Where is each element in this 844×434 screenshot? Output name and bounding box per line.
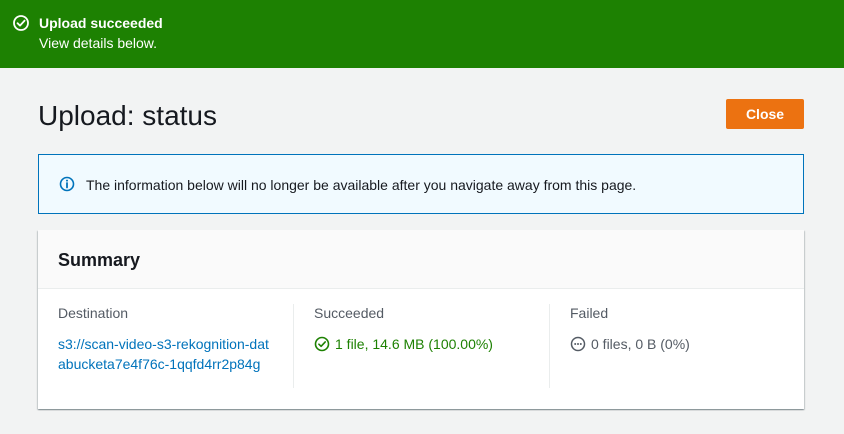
summary-card: Summary Destination s3://scan-video-s3-r…	[38, 230, 804, 409]
success-banner: Upload succeeded View details below.	[0, 0, 844, 68]
succeeded-value: 1 file, 14.6 MB (100.00%)	[335, 336, 493, 352]
column-divider	[293, 304, 294, 388]
summary-heading: Summary	[58, 250, 141, 270]
failed-status: 0 files, 0 B (0%)	[570, 334, 790, 354]
check-circle-icon	[13, 15, 29, 31]
succeeded-column: Succeeded 1 file, 14.6 MB (100.00%)	[314, 304, 550, 354]
succeeded-label: Succeeded	[314, 305, 385, 321]
banner-subtitle: View details below.	[39, 35, 158, 51]
failed-value: 0 files, 0 B (0%)	[591, 336, 690, 352]
summary-header: Summary	[38, 230, 804, 289]
failed-column: Failed 0 files, 0 B (0%)	[570, 304, 790, 354]
column-divider	[549, 304, 550, 388]
destination-link[interactable]: s3://scan-video-s3-rekognition-databucke…	[58, 334, 273, 374]
destination-label: Destination	[58, 305, 129, 321]
page-title: Upload: status	[38, 100, 217, 131]
banner-title: Upload succeeded	[39, 15, 163, 31]
succeeded-status: 1 file, 14.6 MB (100.00%)	[314, 334, 550, 354]
info-text: The information below will no longer be …	[86, 177, 637, 193]
close-button[interactable]: Close	[726, 99, 804, 129]
info-alert: The information below will no longer be …	[38, 154, 804, 214]
failed-label: Failed	[570, 305, 609, 321]
info-icon	[59, 176, 75, 192]
destination-column: Destination s3://scan-video-s3-rekogniti…	[58, 304, 294, 374]
check-circle-icon	[314, 336, 330, 352]
ellipsis-circle-icon	[570, 336, 586, 352]
